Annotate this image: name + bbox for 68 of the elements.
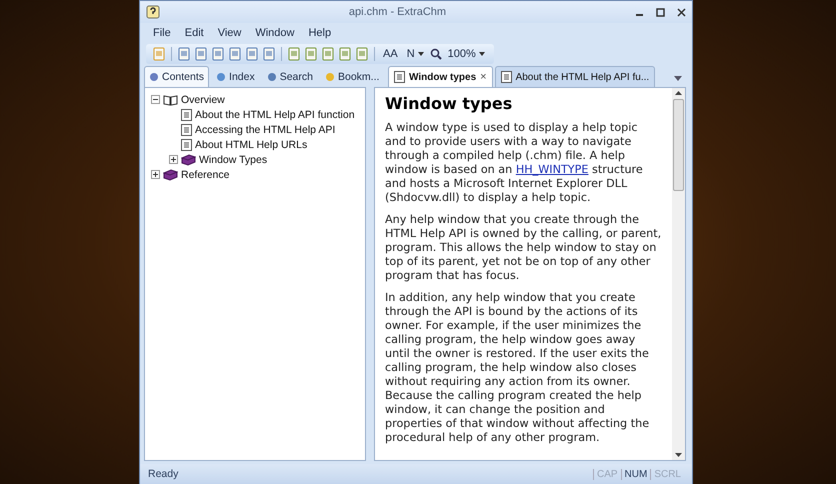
caret-icon (418, 52, 424, 56)
caret-icon (478, 52, 485, 56)
open-book-icon (163, 94, 178, 106)
document-icon (177, 47, 191, 61)
tree-item[interactable]: Window Types (199, 154, 268, 166)
tree-item[interactable]: Reference (181, 168, 230, 180)
menu-item[interactable]: Edit (178, 25, 211, 41)
menu-item[interactable]: View (210, 25, 248, 41)
tab-icon (325, 72, 335, 82)
link[interactable]: HH_WINTYPE (516, 163, 588, 176)
document-tab[interactable]: About the HTML Help API fu... (494, 66, 656, 87)
document-icon (355, 47, 369, 61)
page-icon (181, 108, 192, 120)
style-dropdown[interactable]: N (404, 48, 427, 60)
scroll-down-icon[interactable] (675, 453, 682, 457)
tree-item[interactable]: Overview (181, 94, 225, 106)
book-icon (181, 154, 196, 166)
paragraph: In addition, any help window that you create through the API is bound by the actions of its owner. For example, if the user minimizes the calling program, the help window goes away until the owner is restored. If the user exits the calling program, the help window also closes without requiring any action from its owner. Because the calling program created the help window, it can change the position and properties of that window without affecting the procedural help of any other program. (385, 291, 650, 445)
tree-item[interactable]: About the HTML Help API function (195, 108, 355, 120)
menu-item[interactable]: Window (248, 25, 302, 41)
document-icon (262, 47, 276, 61)
document-icon (321, 47, 335, 61)
expand-icon[interactable] (151, 170, 160, 179)
book-icon (163, 168, 178, 180)
nav-tab[interactable]: Index (211, 66, 260, 87)
document-icon (245, 47, 259, 61)
nav-tab[interactable]: Bookm... (320, 66, 384, 87)
zoom-icon[interactable] (430, 48, 442, 60)
status-text: Ready (148, 468, 180, 480)
document-icon (211, 47, 225, 61)
document-icon (338, 47, 352, 61)
scrollbar[interactable] (672, 88, 685, 460)
expand-icon[interactable] (169, 155, 178, 164)
key-indicator: SCRL (650, 468, 684, 480)
maximize-icon[interactable] (656, 8, 665, 16)
paragraph: Any help window that you create through the HTML Help API is owned by the calling, or parent, program. This allows the help window to stay on top of its parent, yet not be on top of any other program that has focus. (385, 213, 662, 283)
page-icon (181, 124, 192, 136)
document-heading: Window types (385, 94, 514, 113)
document-tab[interactable]: Window types × (388, 66, 493, 87)
close-icon[interactable] (677, 8, 686, 16)
zoom-dropdown[interactable]: 100% (444, 48, 488, 60)
document-icon (194, 47, 208, 61)
collapse-icon[interactable] (151, 95, 160, 104)
window-title: api.chm - ExtraChm (348, 6, 448, 18)
page-icon (394, 71, 405, 83)
nav-tab[interactable]: Search (262, 66, 318, 87)
font-size-button[interactable]: AA (380, 48, 401, 60)
tab-icon (149, 72, 159, 82)
tree-item[interactable]: Accessing the HTML Help API (195, 124, 336, 136)
menu-item[interactable]: File (146, 25, 178, 41)
document-icon (304, 47, 318, 61)
nav-tab[interactable]: Contents (144, 66, 210, 87)
tab-icon (266, 72, 277, 82)
tab-icon (216, 72, 226, 82)
page-icon (181, 138, 192, 150)
caret-icon[interactable] (674, 76, 682, 81)
page-icon (500, 71, 512, 83)
close-tab-icon[interactable]: × (480, 71, 487, 83)
tree-item[interactable]: About HTML Help URLs (195, 138, 308, 150)
scroll-up-icon[interactable] (675, 91, 682, 95)
menu-item[interactable]: Help (301, 25, 338, 41)
scroll-thumb[interactable] (673, 99, 684, 191)
document-icon (287, 47, 301, 61)
key-indicator: CAP (592, 468, 621, 480)
help-app-icon (146, 5, 160, 19)
key-indicator: NUM (620, 468, 650, 480)
document-icon (228, 47, 242, 61)
paragraph: A window type is used to display a help topic and to provide users with a way to navigate through a compiled help (.chm) file. A help window is based on an HH_WINTYPE structure and hosts a Microsoft Internet Explorer DLL (Shdocvw.dll) to display a help topic. (385, 121, 644, 205)
